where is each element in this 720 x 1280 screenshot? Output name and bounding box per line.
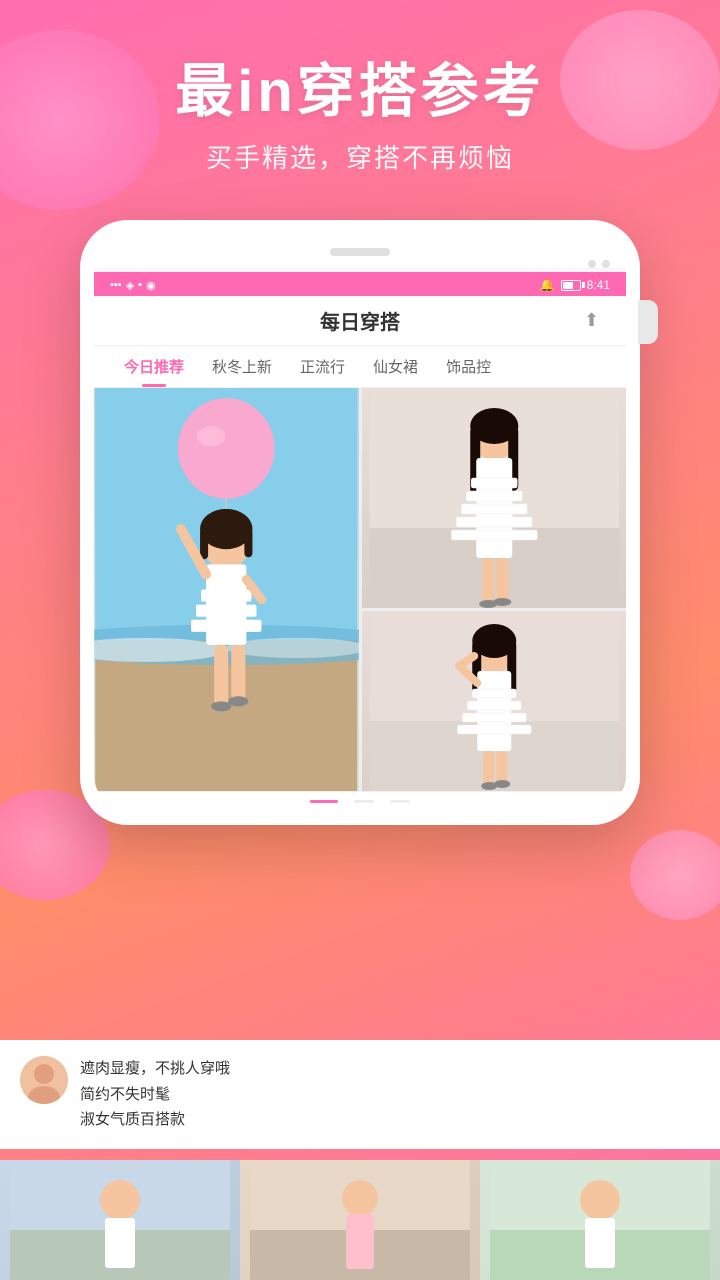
- carrier-icon: ▪: [138, 279, 142, 291]
- signal-icon: ▪▪▪: [110, 279, 122, 291]
- phone-screen: ▪▪▪ ◈ ▪ ◉ 🔔 8:41 每日穿搭 ⬆: [94, 234, 626, 811]
- grid-image-bottom-right[interactable]: [362, 611, 627, 791]
- thumbnail-3[interactable]: [480, 1160, 720, 1280]
- bell-icon: 🔔: [540, 278, 555, 292]
- app-header: 每日穿搭 ⬆: [94, 296, 626, 346]
- time-display: 8:41: [587, 278, 610, 292]
- status-icons-right: 🔔 8:41: [540, 278, 610, 292]
- user-avatar: [20, 1056, 68, 1104]
- tab-trending[interactable]: 正流行: [286, 346, 359, 387]
- share-icon[interactable]: ⬆: [584, 310, 606, 332]
- bg-blob-4: [630, 830, 720, 920]
- extra-icon: ◉: [146, 279, 156, 292]
- scroll-dot-3: [390, 800, 410, 803]
- phone-camera-dots: [94, 260, 626, 268]
- wifi-icon: ◈: [126, 279, 134, 292]
- phone-outer: ▪▪▪ ◈ ▪ ◉ 🔔 8:41 每日穿搭 ⬆: [80, 220, 640, 825]
- bottom-comment-area: 遮肉显瘦，不挑人穿哦 简约不失时髦 淑女气质百搭款: [0, 1040, 720, 1149]
- tab-accessories[interactable]: 饰品控: [432, 346, 505, 387]
- status-icons-left: ▪▪▪ ◈ ▪ ◉: [110, 279, 156, 292]
- image-grid: [94, 388, 626, 791]
- phone-mockup: ▪▪▪ ◈ ▪ ◉ 🔔 8:41 每日穿搭 ⬆: [80, 220, 640, 825]
- phone-earplug: [638, 300, 658, 344]
- tab-fairy-dress[interactable]: 仙女裙: [359, 346, 432, 387]
- tab-today-recommend[interactable]: 今日推荐: [110, 346, 198, 387]
- comment-text-block: 遮肉显瘦，不挑人穿哦 简约不失时髦 淑女气质百搭款: [80, 1056, 700, 1133]
- hero-section: 最in穿搭参考 买手精选，穿搭不再烦恼: [0, 60, 720, 175]
- beach-scene-svg: [94, 388, 359, 791]
- scroll-dot-1: [310, 800, 338, 803]
- grid-image-top-right[interactable]: [362, 388, 627, 608]
- grid-image-left[interactable]: [94, 388, 359, 791]
- hero-title: 最in穿搭参考: [0, 60, 720, 124]
- comment-line-1: 遮肉显瘦，不挑人穿哦: [80, 1056, 700, 1082]
- thumbnail-2[interactable]: [240, 1160, 480, 1280]
- studio-scene-bottom-svg: [362, 611, 627, 791]
- studio-scene-top-svg: [362, 388, 627, 608]
- thumbnail-1[interactable]: [0, 1160, 240, 1280]
- comment-line-3: 淑女气质百搭款: [80, 1107, 700, 1133]
- status-bar: ▪▪▪ ◈ ▪ ◉ 🔔 8:41: [94, 272, 626, 296]
- scroll-dot-2: [354, 800, 374, 803]
- comment-row: 遮肉显瘦，不挑人穿哦 简约不失时髦 淑女气质百搭款: [20, 1056, 700, 1133]
- comment-line-2: 简约不失时髦: [80, 1082, 700, 1108]
- thumbnail-row: [0, 1160, 720, 1280]
- tab-autumn-winter[interactable]: 秋冬上新: [198, 346, 286, 387]
- battery-icon: [561, 280, 581, 291]
- hero-subtitle: 买手精选，穿搭不再烦恼: [0, 138, 720, 175]
- tabs-bar: 今日推荐 秋冬上新 正流行 仙女裙 饰品控: [94, 346, 626, 388]
- app-title: 每日穿搭: [136, 306, 584, 335]
- phone-speaker: [330, 248, 390, 256]
